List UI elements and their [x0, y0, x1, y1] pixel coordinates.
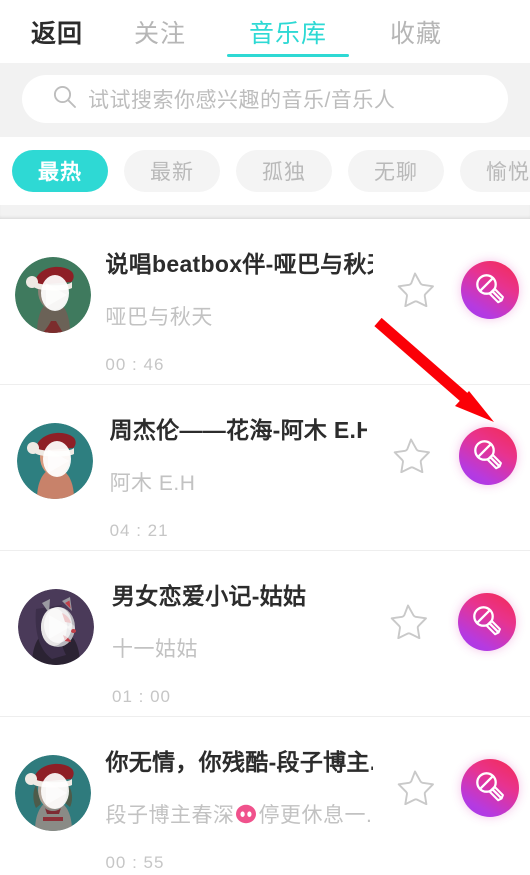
- record-cell[interactable]: [449, 243, 530, 319]
- filter-chip-joyful-label: 愉悦: [486, 161, 530, 184]
- record-button[interactable]: [460, 261, 519, 319]
- filter-chip-lonely[interactable]: 孤独: [236, 150, 332, 192]
- tab-music-library[interactable]: 音乐库: [220, 0, 356, 63]
- song-meta: 男女恋爱小记-姑姑 十一姑姑 01 : 00: [112, 575, 372, 707]
- mic-muted-icon: [469, 602, 505, 643]
- tab-music-library-label: 音乐库: [248, 19, 327, 48]
- song-duration: 00 : 55: [105, 853, 165, 872]
- active-tab-indicator: [227, 54, 349, 57]
- search-icon: [52, 84, 78, 115]
- song-artist-suffix: 停更休息一...: [258, 804, 374, 827]
- list-divider: [0, 205, 530, 219]
- song-artist: 哑巴与秋天: [105, 301, 373, 331]
- favorite-cell[interactable]: [381, 741, 449, 810]
- song-artist-prefix: 段子博主春深: [105, 804, 235, 827]
- avatar-fox-mask-purple[interactable]: [18, 589, 94, 665]
- record-button[interactable]: [460, 759, 519, 817]
- song-list-item[interactable]: 说唱beatbox伴-哑巴与秋天 哑巴与秋天 00 : 46: [0, 219, 530, 385]
- mic-muted-icon: [470, 436, 506, 477]
- song-list-item[interactable]: 男女恋爱小记-姑姑 十一姑姑 01 : 00: [0, 551, 530, 717]
- song-artist-text: 阿木 E.H: [109, 472, 196, 495]
- avatar-santa-teal[interactable]: [16, 423, 93, 499]
- tab-follow-label: 关注: [133, 19, 186, 48]
- song-meta: 周杰伦——花海-阿木 E.H 阿木 E.H 04 : 21: [110, 409, 376, 541]
- record-button[interactable]: [458, 593, 516, 651]
- filter-chip-bored[interactable]: 无聊: [348, 150, 444, 192]
- song-meta: 说唱beatbox伴-哑巴与秋天 哑巴与秋天 00 : 46: [105, 243, 381, 375]
- song-artist: 阿木 E.H: [110, 467, 368, 497]
- tab-favorites[interactable]: 收藏: [356, 0, 476, 63]
- song-duration: 00 : 46: [105, 355, 165, 374]
- avatar-cell[interactable]: [0, 243, 105, 333]
- favorite-cell[interactable]: [381, 243, 449, 312]
- avatar-cell[interactable]: [0, 409, 110, 499]
- star-outline-icon[interactable]: [395, 767, 435, 810]
- avatar-santa-green[interactable]: [14, 257, 91, 333]
- song-artist: 十一姑姑: [112, 633, 364, 663]
- star-outline-icon[interactable]: [395, 269, 435, 312]
- record-cell[interactable]: [446, 409, 530, 485]
- filter-chip-row[interactable]: 最热 最新 孤独 无聊 愉悦 扌: [0, 137, 530, 205]
- star-outline-icon[interactable]: [388, 601, 428, 644]
- filter-chip-joyful[interactable]: 愉悦: [460, 150, 530, 192]
- search-section: 试试搜索你感兴趣的音乐/音乐人: [0, 63, 530, 137]
- record-button-row-2[interactable]: [458, 427, 517, 485]
- tab-favorites-label: 收藏: [389, 19, 442, 48]
- tab-back-label: 返回: [30, 19, 83, 48]
- pig-emoji-icon: [235, 804, 257, 824]
- filter-chip-newest-label: 最新: [150, 161, 194, 184]
- music-library-screen: 返回 关注 音乐库 收藏 试试搜索你感兴趣的音乐/音乐人 最热 最新 孤独 无聊…: [0, 0, 530, 875]
- song-title: 说唱beatbox伴-哑巴与秋天: [105, 251, 374, 277]
- avatar-santa-teal-2[interactable]: [14, 755, 91, 831]
- tab-follow[interactable]: 关注: [100, 0, 220, 63]
- star-outline-icon[interactable]: [391, 435, 431, 478]
- song-title: 你无情，你残酷-段子博主...: [105, 749, 374, 775]
- top-tab-bar: 返回 关注 音乐库 收藏: [0, 0, 530, 63]
- song-artist-text: 哑巴与秋天: [105, 306, 213, 329]
- mic-muted-icon: [472, 270, 508, 311]
- filter-chip-hottest[interactable]: 最热: [12, 150, 108, 192]
- song-artist-text: 十一姑姑: [112, 638, 198, 661]
- search-placeholder: 试试搜索你感兴趣的音乐/音乐人: [88, 89, 396, 112]
- mic-muted-icon: [472, 768, 508, 809]
- song-list-item[interactable]: 你无情，你残酷-段子博主... 段子博主春深 停更休息一... 00 : 55: [0, 717, 530, 875]
- filter-chip-hottest-label: 最热: [38, 161, 82, 184]
- record-cell[interactable]: [444, 575, 530, 651]
- song-artist: 段子博主春深 停更休息一...: [105, 799, 373, 829]
- avatar-cell[interactable]: [0, 575, 112, 665]
- filter-chip-bored-label: 无聊: [374, 161, 418, 184]
- avatar-cell[interactable]: [0, 741, 105, 831]
- song-title: 男女恋爱小记-姑姑: [112, 583, 307, 609]
- favorite-cell[interactable]: [372, 575, 444, 644]
- record-cell[interactable]: [449, 741, 530, 817]
- song-meta: 你无情，你残酷-段子博主... 段子博主春深 停更休息一... 00 : 55: [105, 741, 381, 873]
- favorite-cell[interactable]: [375, 409, 445, 478]
- filter-chip-newest[interactable]: 最新: [124, 150, 220, 192]
- filter-chip-lonely-label: 孤独: [262, 161, 306, 184]
- song-duration: 01 : 00: [112, 687, 171, 706]
- song-duration: 04 : 21: [109, 521, 169, 540]
- search-input[interactable]: 试试搜索你感兴趣的音乐/音乐人: [22, 75, 508, 123]
- song-list: 说唱beatbox伴-哑巴与秋天 哑巴与秋天 00 : 46 周杰伦——花海-阿…: [0, 219, 530, 875]
- tab-back[interactable]: 返回: [14, 0, 100, 63]
- song-list-item[interactable]: 周杰伦——花海-阿木 E.H 阿木 E.H 04 : 21: [0, 385, 530, 551]
- song-title: 周杰伦——花海-阿木 E.H: [109, 417, 368, 443]
